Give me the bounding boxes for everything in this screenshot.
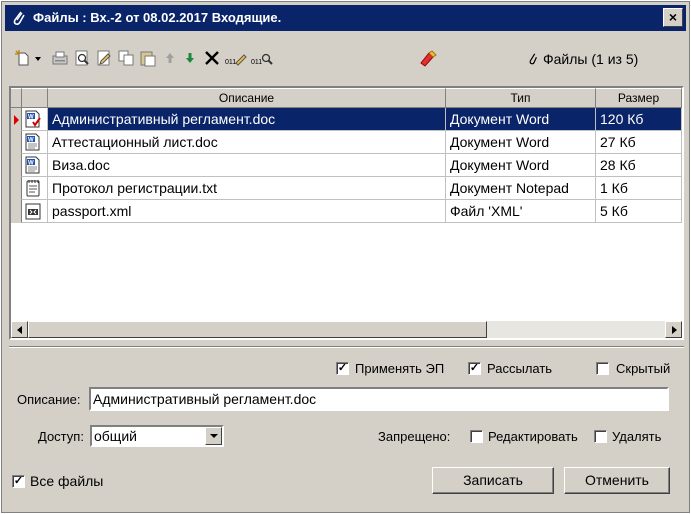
delete-icon[interactable] bbox=[203, 49, 221, 67]
forbid-edit-label: Редактировать bbox=[488, 429, 578, 444]
cell-size: 27 Кб bbox=[596, 131, 682, 154]
row-indicator bbox=[11, 154, 22, 177]
new-file-icon[interactable] bbox=[14, 49, 32, 67]
scroll-thumb[interactable] bbox=[28, 321, 487, 338]
scan-icon[interactable] bbox=[51, 49, 69, 67]
files-counter-text: Файлы (1 из 5) bbox=[543, 51, 639, 67]
apply-ep-checkbox[interactable]: ✓ bbox=[336, 362, 349, 375]
access-dropdown-button[interactable] bbox=[205, 427, 222, 445]
save-button[interactable]: Записать bbox=[432, 467, 554, 494]
paperclip-icon bbox=[13, 11, 25, 25]
word-icon: W bbox=[25, 133, 40, 151]
table-row[interactable]: passport.xml Файл 'XML' 5 Кб bbox=[11, 200, 682, 223]
hidden-checkbox[interactable] bbox=[596, 362, 609, 375]
current-row-arrow-icon bbox=[14, 115, 19, 125]
column-size[interactable]: Размер bbox=[596, 88, 682, 108]
copy-icon[interactable] bbox=[117, 49, 135, 67]
svg-text:011: 011 bbox=[251, 59, 262, 66]
move-down-icon[interactable] bbox=[183, 49, 197, 67]
cell-size: 28 Кб bbox=[596, 154, 682, 177]
cell-size: 120 Кб bbox=[596, 108, 682, 131]
hidden-label: Скрытый bbox=[616, 361, 671, 376]
close-button[interactable]: × bbox=[663, 8, 683, 27]
table-row[interactable]: W Виза.doc Документ Word 28 Кб bbox=[11, 154, 682, 177]
stamp-icon[interactable] bbox=[417, 49, 439, 67]
files-dialog: Файлы : Вх.-2 от 08.02.2017 Входящие. × bbox=[1, 1, 690, 513]
access-select[interactable]: общий bbox=[90, 425, 224, 447]
access-label: Доступ: bbox=[38, 429, 84, 444]
dropdown-arrow-icon[interactable] bbox=[33, 49, 43, 67]
cell-type: Файл 'XML' bbox=[446, 200, 596, 223]
row-indicator bbox=[11, 177, 22, 200]
column-description[interactable]: Описание bbox=[48, 88, 446, 108]
cancel-button[interactable]: Отменить bbox=[564, 467, 670, 494]
send-checkbox[interactable]: ✓ bbox=[468, 362, 481, 375]
arrow-left-icon bbox=[17, 326, 22, 334]
row-indicator bbox=[11, 131, 22, 154]
description-label: Описание: bbox=[17, 392, 81, 407]
table-row[interactable]: W Административный регламент.doc Докумен… bbox=[11, 108, 682, 131]
sign-icon[interactable]: 011 bbox=[225, 49, 247, 67]
cell-description: Административный регламент.doc bbox=[48, 108, 446, 131]
title-bar[interactable]: Файлы : Вх.-2 от 08.02.2017 Входящие. × bbox=[5, 5, 686, 31]
preview-icon[interactable] bbox=[73, 49, 91, 67]
apply-ep-label: Применять ЭП bbox=[355, 361, 445, 376]
word-signed-icon: W bbox=[25, 110, 41, 128]
cell-type: Документ Notepad bbox=[446, 177, 596, 200]
scroll-left-button[interactable] bbox=[11, 321, 28, 338]
verify-signature-icon[interactable]: 011 bbox=[251, 49, 273, 67]
svg-text:W: W bbox=[28, 138, 34, 144]
row-indicator bbox=[11, 108, 22, 131]
svg-text:W: W bbox=[28, 115, 34, 121]
divider bbox=[9, 346, 684, 348]
all-files-checkbox[interactable]: ✓ bbox=[12, 475, 25, 488]
toolbar: 011 011 Файлы (1 из 5) bbox=[5, 36, 686, 76]
row-indicator bbox=[11, 200, 22, 223]
svg-text:W: W bbox=[28, 161, 34, 167]
header-indicator bbox=[11, 88, 22, 108]
cell-description: Виза.doc bbox=[48, 154, 446, 177]
word-icon: W bbox=[25, 156, 40, 174]
cell-type: Документ Word bbox=[446, 154, 596, 177]
svg-text:011: 011 bbox=[225, 59, 236, 66]
chevron-down-icon bbox=[210, 434, 218, 438]
send-label: Рассылать bbox=[487, 361, 553, 376]
cell-description: Аттестационный лист.doc bbox=[48, 131, 446, 154]
table-row[interactable]: W Аттестационный лист.doc Документ Word … bbox=[11, 131, 682, 154]
files-counter: Файлы (1 из 5) bbox=[527, 51, 638, 67]
cell-size: 5 Кб bbox=[596, 200, 682, 223]
cell-type: Документ Word bbox=[446, 131, 596, 154]
cell-type: Документ Word bbox=[446, 108, 596, 131]
cell-description: passport.xml bbox=[48, 200, 446, 223]
table-row[interactable]: Протокол регистрации.txt Документ Notepa… bbox=[11, 177, 682, 200]
access-value: общий bbox=[94, 428, 137, 444]
move-up-icon[interactable] bbox=[163, 49, 177, 67]
arrow-right-icon bbox=[672, 326, 677, 334]
horizontal-scrollbar[interactable] bbox=[11, 321, 682, 338]
forbid-edit-checkbox[interactable] bbox=[470, 430, 483, 443]
header-icon-col bbox=[22, 88, 48, 108]
cell-description: Протокол регистрации.txt bbox=[48, 177, 446, 200]
forbid-delete-checkbox[interactable] bbox=[594, 430, 607, 443]
description-input[interactable]: Административный регламент.doc bbox=[89, 387, 669, 411]
paperclip-icon bbox=[529, 53, 537, 65]
forbidden-label: Запрещено: bbox=[378, 429, 451, 444]
table-header: Описание Тип Размер bbox=[11, 88, 682, 108]
scroll-right-button[interactable] bbox=[665, 321, 682, 338]
xml-icon bbox=[25, 203, 41, 220]
window-title: Файлы : Вх.-2 от 08.02.2017 Входящие. bbox=[33, 10, 282, 25]
forbid-delete-label: Удалять bbox=[612, 429, 662, 444]
all-files-label: Все файлы bbox=[30, 473, 104, 489]
paste-icon[interactable] bbox=[139, 49, 157, 67]
cell-size: 1 Кб bbox=[596, 177, 682, 200]
notepad-icon bbox=[26, 180, 40, 197]
column-type[interactable]: Тип bbox=[446, 88, 596, 108]
edit-icon[interactable] bbox=[95, 49, 113, 67]
files-table[interactable]: Описание Тип Размер W Административный р… bbox=[9, 86, 684, 340]
